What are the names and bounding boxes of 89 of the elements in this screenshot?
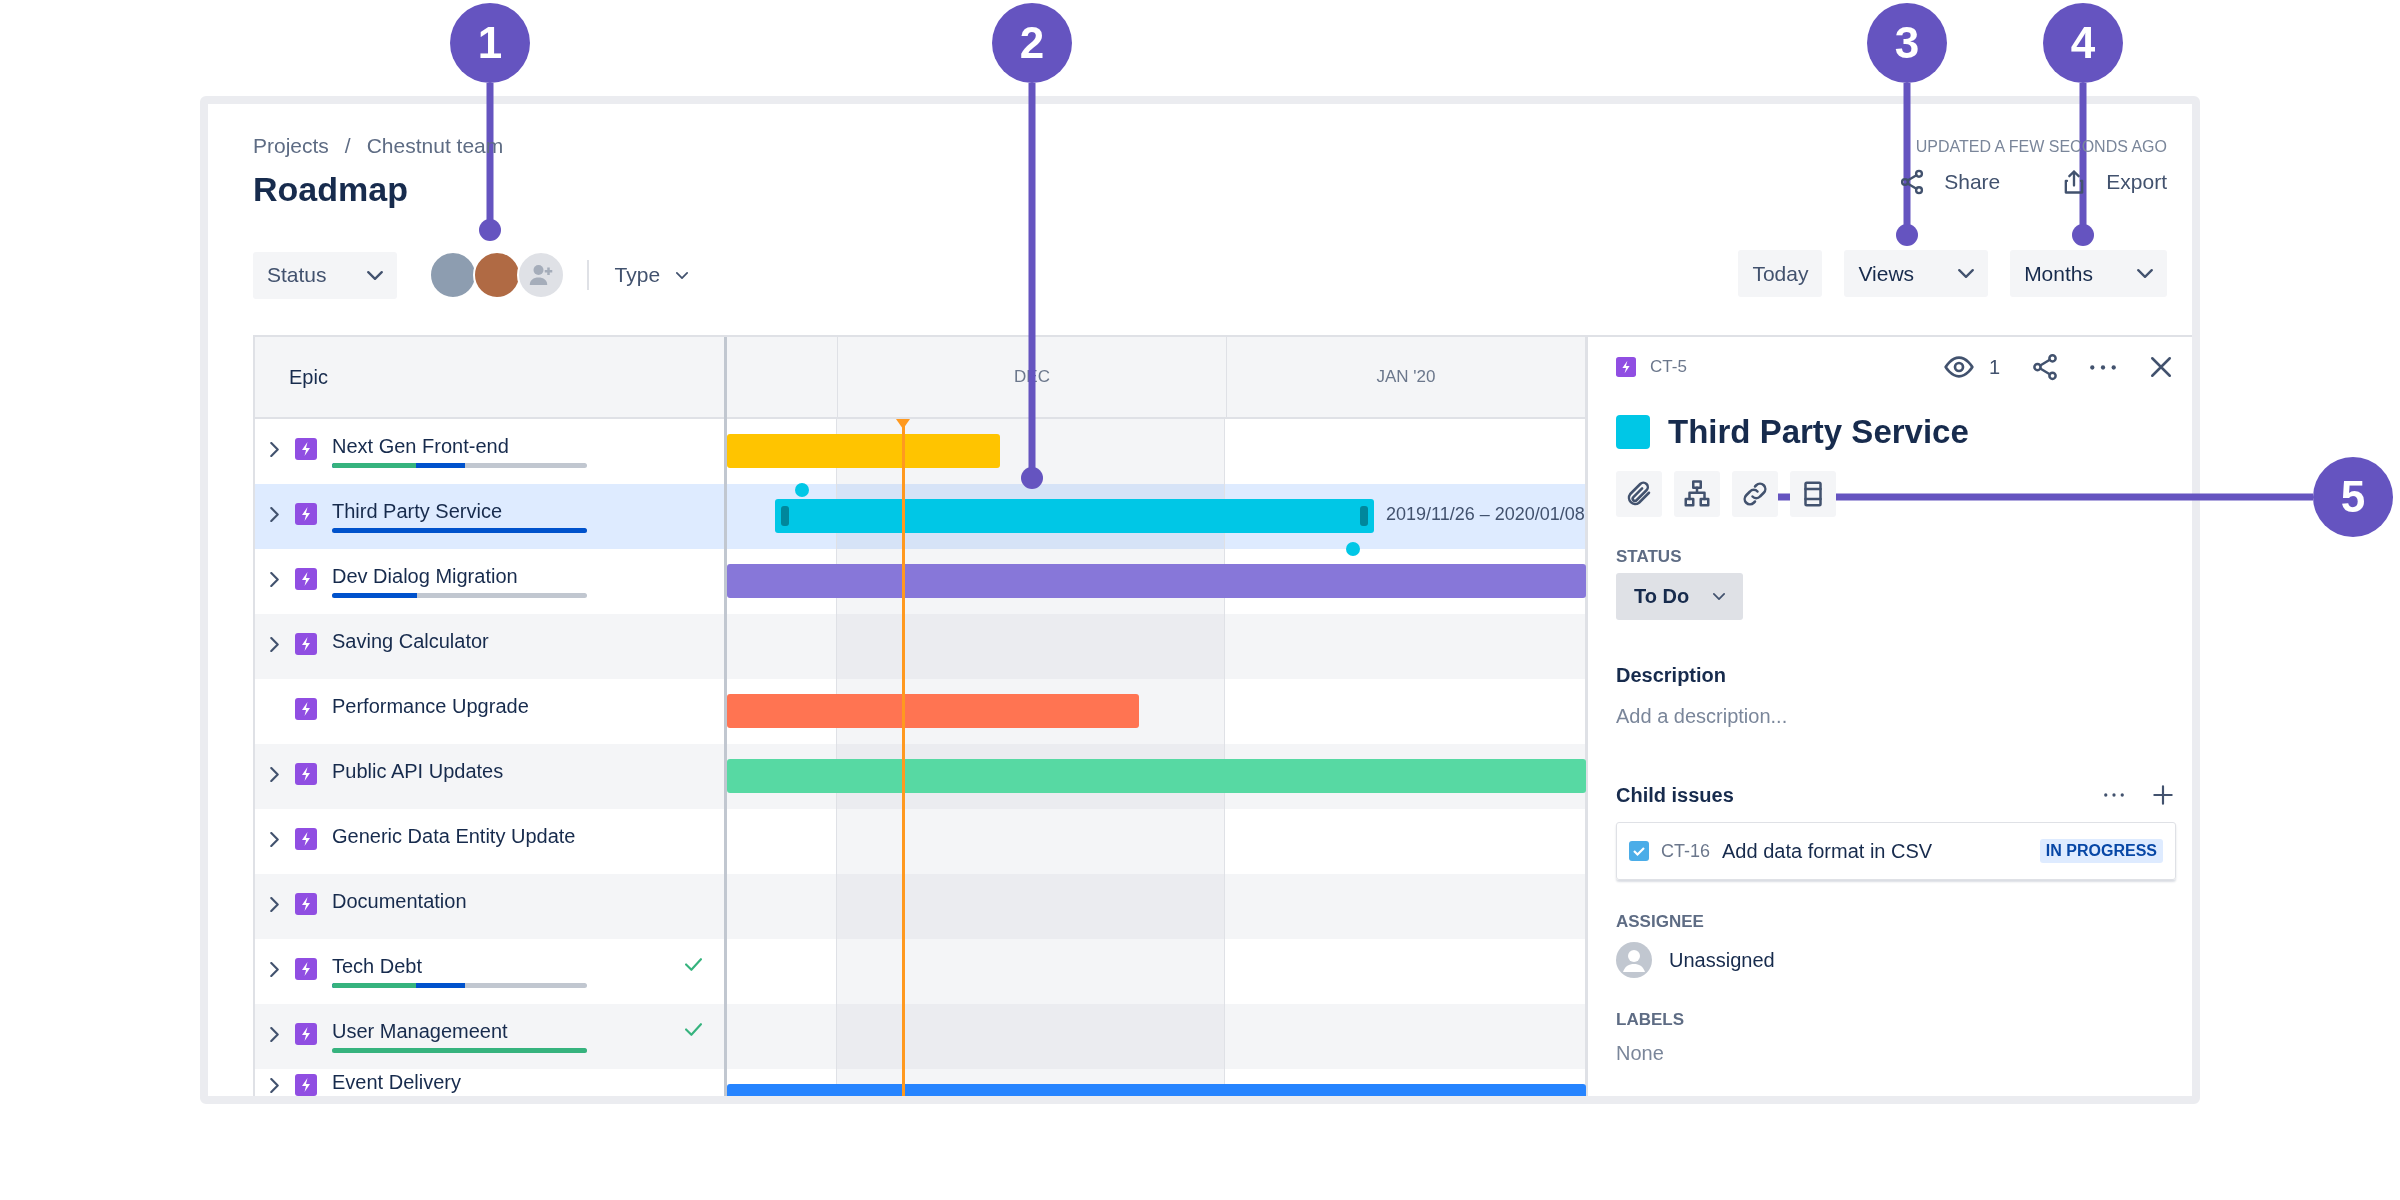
view-control-button[interactable]: Months [2010,250,2167,297]
callout-number-badge: 2 [992,3,1072,83]
epic-name: User Managemeent [332,1020,509,1043]
epic-name: Generic Data Entity Update [332,825,576,848]
breadcrumb-separator: / [344,134,351,158]
more-button[interactable] [2104,793,2124,797]
issue-key-link[interactable]: CT-5 [1650,357,1687,377]
drag-handle[interactable] [781,506,789,526]
dependency-dot[interactable] [1346,542,1360,556]
tool-button[interactable] [1616,471,1662,517]
epic-icon [295,438,317,460]
epic-row[interactable]: Event Delivery [255,1069,724,1096]
epic-name: Performance Upgrade [332,695,529,718]
field-label: LABELS [1616,1010,1685,1030]
view-control-button[interactable]: Views [1844,250,1989,297]
column-header-text: Epic [289,365,328,389]
status-filter-button[interactable]: Status [253,251,397,299]
share-button[interactable]: Share [1898,168,2001,196]
callout-number-badge: 4 [2043,3,2123,83]
epic-row[interactable]: Third Party Service [255,484,724,549]
user-avatar-icon [1616,942,1652,978]
more-icon [2104,793,2124,797]
chevron-down-icon [676,271,689,279]
section-heading: Description [1616,664,1728,687]
issue-title: Third Party Service [1668,413,1969,451]
task-icon [1629,841,1649,861]
field-label: ASSIGNEE [1616,912,1705,932]
more-icon [2090,364,2116,370]
section-heading: Child issues [1616,783,1734,807]
callout-number-badge: 5 [2313,457,2393,537]
callout-number-badge: 1 [450,3,530,83]
page-title: Roadmap [253,170,409,209]
epic-icon [295,503,317,525]
tool-button[interactable] [1790,471,1836,517]
epic-icon [1616,357,1636,377]
epic-icon [295,698,317,720]
epic-icon [295,828,317,850]
child-issue-card[interactable]: CT-16 Add data format in CSV IN PROGRESS [1616,822,2176,880]
status-dropdown[interactable]: To Do [1616,573,1744,620]
watch-button[interactable]: 1 [1942,351,2000,383]
drag-handle[interactable] [1360,506,1368,526]
epic-icon [295,633,317,655]
epic-name: Tech Debt [332,955,424,978]
epic-name: Documentation [332,890,467,913]
more-button[interactable] [2090,364,2116,370]
hierarchy-icon [1682,479,1712,509]
view-control-button[interactable]: Today [1738,250,1823,297]
plus-icon [2150,782,2176,808]
epic-row[interactable]: Dev Dialog Migration [255,549,724,614]
epic-name: Saving Calculator [332,630,489,653]
epic-row[interactable]: Documentation [255,874,724,939]
breadcrumb-link[interactable]: Projects [253,134,329,158]
epic-row[interactable]: Generic Data Entity Update [255,809,724,874]
date-range-text: 2019/11/26 – 2020/01/08 [1386,504,1585,525]
epic-row[interactable]: Tech Debt [255,939,724,1004]
epic-row[interactable]: Saving Calculator [255,614,724,679]
issue-key: CT-16 [1661,840,1711,862]
tool-button[interactable] [1732,471,1778,517]
description-placeholder[interactable]: Add a description... [1616,705,2176,728]
epic-name: Third Party Service [332,500,504,523]
epic-icon [295,958,317,980]
labels-value: None [1616,1042,1665,1065]
epic-icon [295,763,317,785]
epic-row[interactable]: Public API Updates [255,744,724,809]
epic-icon [295,1074,317,1096]
chevron-down-icon [1713,593,1726,600]
share-button[interactable] [2030,352,2060,382]
epic-row[interactable]: Performance Upgrade [255,679,724,744]
epic-icon [295,1023,317,1045]
epic-name: Public API Updates [332,760,504,783]
status-lozenge: IN PROGRESS [2039,839,2163,863]
share-icon [2030,352,2060,382]
epic-name: Next Gen Front-end [332,435,510,458]
chevron-down-icon [366,270,383,280]
export-button[interactable]: Export [2060,168,2167,196]
issue-summary: Add data format in CSV [1722,839,1934,863]
epic-row[interactable]: Next Gen Front-end [255,419,724,484]
epic-name: Dev Dialog Migration [332,565,519,588]
epic-icon [295,568,317,590]
dependency-dot[interactable] [795,483,809,497]
assignee-name: Unassigned [1669,948,1775,972]
tool-button[interactable] [1674,471,1720,517]
epic-name: Event Delivery [332,1071,461,1094]
callout-number-badge: 3 [1867,3,1947,83]
epic-icon [295,893,317,915]
add-button[interactable] [2150,782,2176,808]
epic-row[interactable]: User Managemeent [255,1004,724,1069]
field-label: STATUS [1616,547,1683,567]
type-filter-button[interactable]: Type [600,251,703,299]
